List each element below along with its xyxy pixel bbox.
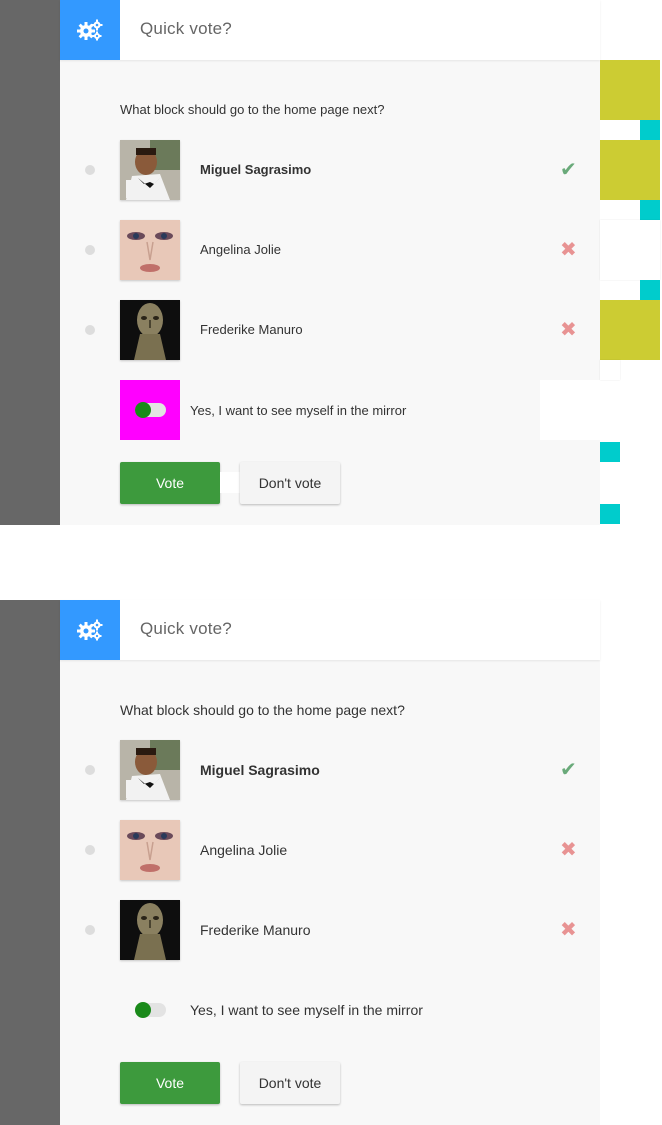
gears-icon[interactable] [60,0,120,60]
debug-box [600,140,660,200]
avatar-angelina [120,820,180,880]
widget-title: Quick vote? [140,19,232,38]
radio-button[interactable] [85,765,95,775]
option-frederike-manuro[interactable]: Frederike Manuro ✖ [60,300,600,360]
option-miguel-sagrasimo[interactable]: Miguel Sagrasimo ✔ [60,740,600,800]
debug-box [600,220,660,280]
option-label: Angelina Jolie [200,242,281,257]
toggle-knob[interactable] [135,402,151,418]
debug-box [640,200,660,220]
radio-button[interactable] [85,325,95,335]
dont-vote-button[interactable]: Don't vote [240,462,340,504]
toggle-container [120,380,180,440]
option-miguel-sagrasimo[interactable]: Miguel Sagrasimo ✔ [60,140,600,200]
debug-box [220,472,240,493]
debug-box [600,442,620,462]
option-label: Miguel Sagrasimo [200,762,320,778]
widget-title: Quick vote? [140,619,232,638]
vote-button[interactable]: Vote [120,1062,220,1104]
avatar-miguel [120,140,180,200]
dont-vote-button[interactable]: Don't vote [240,1062,340,1104]
widget-body [60,60,600,525]
toggle-container [120,980,180,1040]
mirror-toggle[interactable] [135,402,166,418]
widget-header: Quick vote? [60,0,600,60]
check-icon: ✔ [560,759,577,781]
vote-question: What block should go to the home page ne… [120,702,405,718]
debug-box [600,360,620,380]
option-frederike-manuro[interactable]: Frederike Manuro ✖ [60,900,600,960]
option-label: Angelina Jolie [200,842,288,858]
radio-button[interactable] [85,165,95,175]
toggle-knob[interactable] [135,1002,151,1018]
cross-icon: ✖ [560,839,577,861]
vote-button[interactable]: Vote [120,462,220,504]
debug-box [600,300,660,360]
radio-button[interactable] [85,925,95,935]
debug-box [640,280,660,300]
check-icon: ✔ [560,159,577,181]
widget-header: Quick vote? [60,600,600,660]
debug-box [600,60,660,120]
toggle-label: Yes, I want to see myself in the mirror [190,1002,423,1018]
debug-box [640,120,660,140]
avatar-miguel [120,740,180,800]
radio-button[interactable] [85,845,95,855]
toggle-label: Yes, I want to see myself in the mirror [190,403,407,418]
vote-widget: Quick vote? What block should go to the … [0,600,600,1125]
option-angelina-jolie[interactable]: Angelina Jolie ✖ [60,220,600,280]
widget-body [60,660,600,1125]
option-label: Frederike Manuro [200,922,311,938]
cross-icon: ✖ [560,319,577,341]
avatar-angelina [120,220,180,280]
option-angelina-jolie[interactable]: Angelina Jolie ✖ [60,820,600,880]
avatar-frederike [120,300,180,360]
vote-question: What block should go to the home page ne… [120,102,385,117]
option-label: Frederike Manuro [200,322,303,337]
side-rail [0,600,60,1125]
side-rail [0,0,60,525]
cross-icon: ✖ [560,919,577,941]
mirror-toggle[interactable] [135,1002,166,1018]
debug-box [600,504,620,524]
avatar-frederike [120,900,180,960]
gears-icon[interactable] [60,600,120,660]
cross-icon: ✖ [560,239,577,261]
radio-button[interactable] [85,245,95,255]
option-label: Miguel Sagrasimo [200,162,312,177]
vote-widget-debug: Quick vote? What block should go to the … [0,0,600,525]
debug-box [540,380,600,440]
